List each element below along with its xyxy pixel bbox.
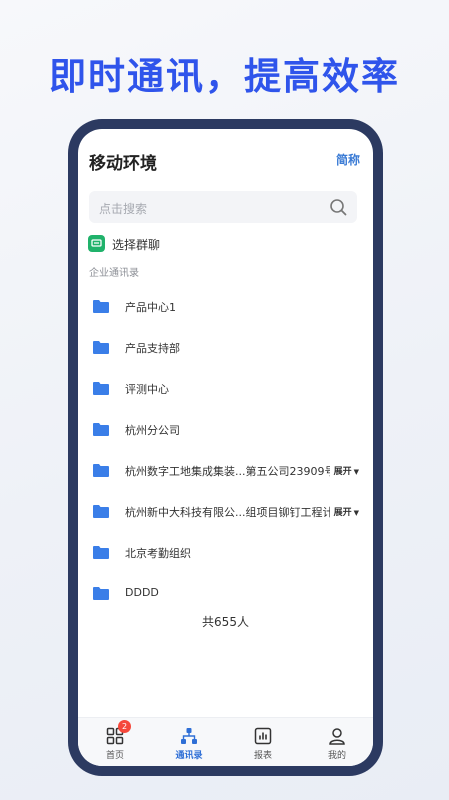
folder-icon [93, 423, 109, 436]
org-name: 杭州数字工地集成集装...第五公司23909号 [125, 465, 330, 478]
notification-badge: 2 [118, 720, 131, 733]
folder-icon [93, 587, 109, 600]
search-placeholder: 点击搜索 [99, 202, 148, 216]
org-list-item[interactable]: 北京考勤组织 [78, 533, 373, 573]
org-name: 评测中心 [125, 383, 169, 396]
tab-contacts[interactable]: 通讯录 [152, 718, 226, 766]
tab-label: 首页 [105, 751, 124, 761]
headline: 即时通讯，提高效率 [49, 55, 400, 98]
tab-label: 通讯录 [175, 751, 203, 761]
section-label: 企业通讯录 [89, 268, 139, 279]
folder-icon [93, 341, 109, 354]
org-list-item[interactable]: 评测中心 [78, 369, 373, 409]
expand-label: 展开 [333, 508, 352, 518]
org-list-item[interactable]: DDDD [78, 574, 373, 614]
tab-reports[interactable]: 报表 [226, 718, 300, 766]
tab-bar: 2 首页 通讯录 报表 我的 [78, 717, 373, 766]
bar-chart-icon [254, 727, 272, 745]
org-name: 产品支持部 [125, 342, 180, 355]
page-title: 移动环境 [89, 154, 157, 174]
select-group-chat-label: 选择群聊 [112, 238, 161, 252]
folder-icon [93, 382, 109, 395]
app-screen: 移动环境 简称 点击搜索 选择群聊 企业通讯录 产品中心1 产品支持部评测中心杭州… [78, 129, 373, 766]
org-list-item[interactable]: 杭州新中大科技有限公...组项目铆钉工程计 展开 ▼ [78, 492, 373, 532]
org-list-item[interactable]: 杭州分公司 [78, 410, 373, 450]
tab-label: 我的 [327, 751, 346, 761]
expand-button[interactable]: 展开 ▼ [334, 505, 359, 518]
org-name: 北京考勤组织 [125, 547, 191, 560]
group-chat-icon [88, 235, 105, 252]
expand-label: 展开 [333, 467, 352, 477]
org-chart-icon [181, 728, 197, 744]
folder-icon [93, 300, 109, 313]
folder-icon [93, 546, 109, 559]
caret-down-icon: ▼ [353, 509, 359, 517]
org-name: 产品中心1 [125, 301, 176, 314]
tab-me[interactable]: 我的 [300, 718, 373, 766]
org-list-item[interactable]: 产品支持部 [78, 328, 373, 368]
search-input[interactable]: 点击搜索 [89, 191, 357, 223]
member-count: 共655人 [202, 615, 249, 629]
org-list-item[interactable]: 杭州数字工地集成集装...第五公司23909号 展开 ▼ [78, 451, 373, 491]
person-icon [329, 728, 345, 745]
caret-down-icon: ▼ [353, 468, 359, 476]
select-group-chat[interactable]: 选择群聊 [88, 233, 358, 255]
expand-button[interactable]: 展开 ▼ [334, 464, 359, 477]
search-icon[interactable] [329, 198, 347, 216]
org-name: 杭州新中大科技有限公...组项目铆钉工程计 [125, 506, 330, 519]
org-name: 杭州分公司 [125, 424, 180, 437]
tab-home[interactable]: 2 首页 [78, 718, 152, 766]
top-bar: 移动环境 简称 [78, 129, 373, 185]
tab-label: 报表 [253, 751, 272, 761]
folder-icon [93, 505, 109, 518]
org-list-item[interactable]: 产品中心1 [78, 287, 373, 327]
display-mode-toggle[interactable]: 简称 [336, 151, 360, 168]
folder-icon [93, 464, 109, 477]
org-name: DDDD [125, 586, 159, 599]
